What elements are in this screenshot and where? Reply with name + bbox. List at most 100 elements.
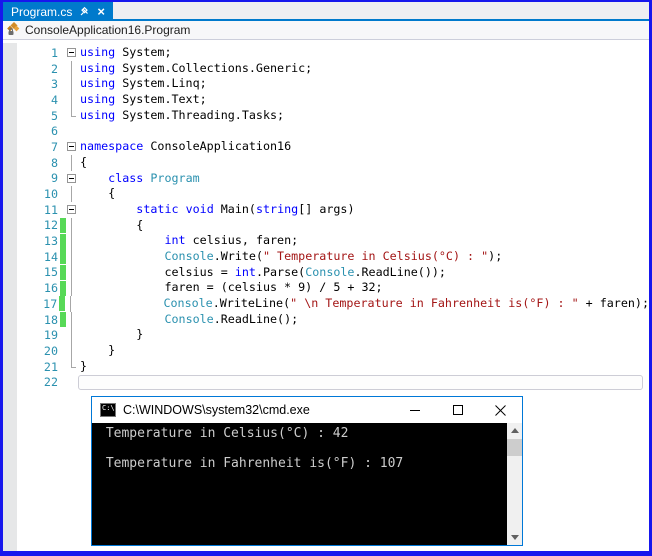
code-text: using System; — [78, 45, 171, 61]
code-text: } — [78, 343, 115, 359]
code-line[interactable]: 4 using System.Text; — [3, 92, 649, 108]
code-text: static void Main(string[] args) — [78, 201, 355, 218]
code-token: using — [80, 107, 116, 122]
cmd-titlebar[interactable]: C:\. C:\WINDOWS\system32\cmd.exe — [92, 397, 522, 423]
code-token: { — [80, 217, 144, 232]
cmd-output-area[interactable]: Temperature in Celsius(°C) : 42 Temperat… — [92, 423, 522, 545]
line-number: 21 — [43, 359, 58, 374]
code-line[interactable]: 7 namespace ConsoleApplication16 — [3, 139, 649, 155]
line-number: 20 — [43, 343, 58, 358]
scrollbar-thumb[interactable] — [507, 439, 522, 456]
line-number: 8 — [50, 155, 58, 170]
code-token: .WriteLine( — [212, 296, 291, 310]
fold-guide — [66, 327, 78, 344]
fold-guide — [66, 233, 78, 249]
code-token: .ReadLine(); — [213, 311, 299, 326]
minimize-button[interactable] — [393, 397, 436, 423]
code-token: Console — [305, 264, 355, 279]
code-token: faren = (celsius * 9) / 5 + 32; — [80, 280, 383, 295]
code-text: Console.ReadLine(); — [78, 312, 298, 328]
code-text: celsius = int.Parse(Console.ReadLine()); — [78, 265, 446, 281]
fold-guide — [66, 280, 78, 296]
code-line[interactable]: 22 — [3, 374, 649, 390]
class-icon — [6, 21, 21, 39]
line-number: 19 — [43, 328, 58, 343]
code-text: Console.Write(" Temperature in Celsius(°… — [78, 249, 502, 265]
line-number: 16 — [43, 281, 58, 296]
fold-collapse-icon[interactable] — [66, 45, 78, 61]
line-number: 3 — [50, 77, 58, 92]
code-token: ConsoleApplication16 — [143, 139, 292, 154]
code-line[interactable]: 20 } — [3, 343, 649, 359]
code-line[interactable]: 2 using System.Collections.Generic; — [3, 60, 649, 77]
code-token: [] args) — [298, 201, 355, 216]
fold-collapse-icon[interactable] — [66, 171, 78, 187]
code-line[interactable]: 21} — [3, 358, 649, 375]
code-token: namespace — [80, 139, 144, 154]
code-token: } — [80, 327, 144, 342]
line-number: 18 — [43, 312, 58, 327]
code-line[interactable]: 9 class Program — [3, 171, 649, 187]
code-token: { — [80, 186, 116, 201]
close-tab-icon[interactable]: × — [97, 5, 105, 18]
code-line[interactable]: 15 celsius = int.Parse(Console.ReadLine(… — [3, 264, 649, 281]
fold-guide — [66, 343, 78, 359]
tab-program-cs[interactable]: Program.cs × — [3, 2, 113, 21]
code-text: int celsius, faren; — [78, 233, 298, 249]
pin-icon[interactable] — [79, 6, 90, 17]
code-token: System.Linq; — [115, 76, 207, 91]
code-line[interactable]: 14 Console.Write(" Temperature in Celsiu… — [3, 248, 649, 265]
scroll-down-icon[interactable] — [507, 530, 522, 545]
code-line[interactable]: 17 Console.WriteLine(" \n Temperature in… — [3, 296, 649, 312]
close-button[interactable] — [479, 397, 522, 423]
code-token: System.Collections.Generic; — [115, 60, 313, 75]
navigation-bar[interactable]: ConsoleApplication16.Program — [3, 21, 649, 40]
code-text: { — [78, 155, 87, 171]
code-line[interactable]: 10 { — [3, 186, 649, 202]
code-line[interactable]: 11 static void Main(string[] args) — [3, 202, 649, 218]
code-line[interactable]: 1 using System; — [3, 45, 649, 61]
code-line[interactable]: 18 Console.ReadLine(); — [3, 311, 649, 328]
code-token: ); — [488, 248, 503, 263]
fold-collapse-icon[interactable] — [66, 202, 78, 218]
maximize-button[interactable] — [436, 397, 479, 423]
line-number: 1 — [50, 45, 58, 60]
fold-guide — [66, 154, 78, 171]
code-text: using System.Threading.Tasks; — [78, 108, 284, 124]
code-line[interactable]: 6 — [3, 123, 649, 139]
cmd-window[interactable]: C:\. C:\WINDOWS\system32\cmd.exe Tempera… — [91, 396, 523, 546]
fold-guide — [66, 264, 78, 281]
code-text: using System.Text; — [78, 92, 207, 108]
tab-strip: Program.cs × — [3, 2, 649, 21]
code-text: { — [78, 218, 143, 234]
cmd-scrollbar[interactable] — [507, 423, 522, 545]
code-token: string — [255, 201, 299, 216]
code-lines: 1 using System; 2 using System.Collections.… — [3, 45, 649, 390]
fold-guide — [66, 76, 78, 93]
code-line[interactable]: 13 int celsius, faren; — [3, 233, 649, 249]
code-token: using — [80, 76, 116, 91]
code-line[interactable]: 12 { — [3, 217, 649, 234]
code-token: System.Text; — [115, 92, 207, 107]
code-token: Console — [164, 248, 214, 263]
code-line[interactable]: 5 using System.Threading.Tasks; — [3, 107, 649, 124]
fold-guide — [66, 92, 78, 108]
cmd-icon: C:\. — [100, 403, 119, 417]
code-text: { — [78, 186, 115, 202]
code-text: faren = (celsius * 9) / 5 + 32; — [78, 280, 383, 296]
code-line[interactable]: 8{ — [3, 154, 649, 171]
code-line[interactable]: 19 } — [3, 327, 649, 344]
code-line[interactable]: 16 faren = (celsius * 9) / 5 + 32; — [3, 280, 649, 296]
line-number: 9 — [50, 171, 58, 186]
code-text: using System.Collections.Generic; — [78, 61, 312, 77]
scroll-up-icon[interactable] — [507, 423, 522, 438]
code-token: Console — [164, 311, 214, 326]
fold-collapse-icon[interactable] — [66, 139, 78, 155]
code-text: class Program — [78, 171, 200, 187]
code-token: + faren); — [578, 296, 649, 310]
code-token: int — [164, 233, 186, 248]
code-line[interactable]: 3 using System.Linq; — [3, 76, 649, 93]
code-token: celsius = — [80, 264, 235, 279]
line-number: 4 — [50, 92, 58, 107]
